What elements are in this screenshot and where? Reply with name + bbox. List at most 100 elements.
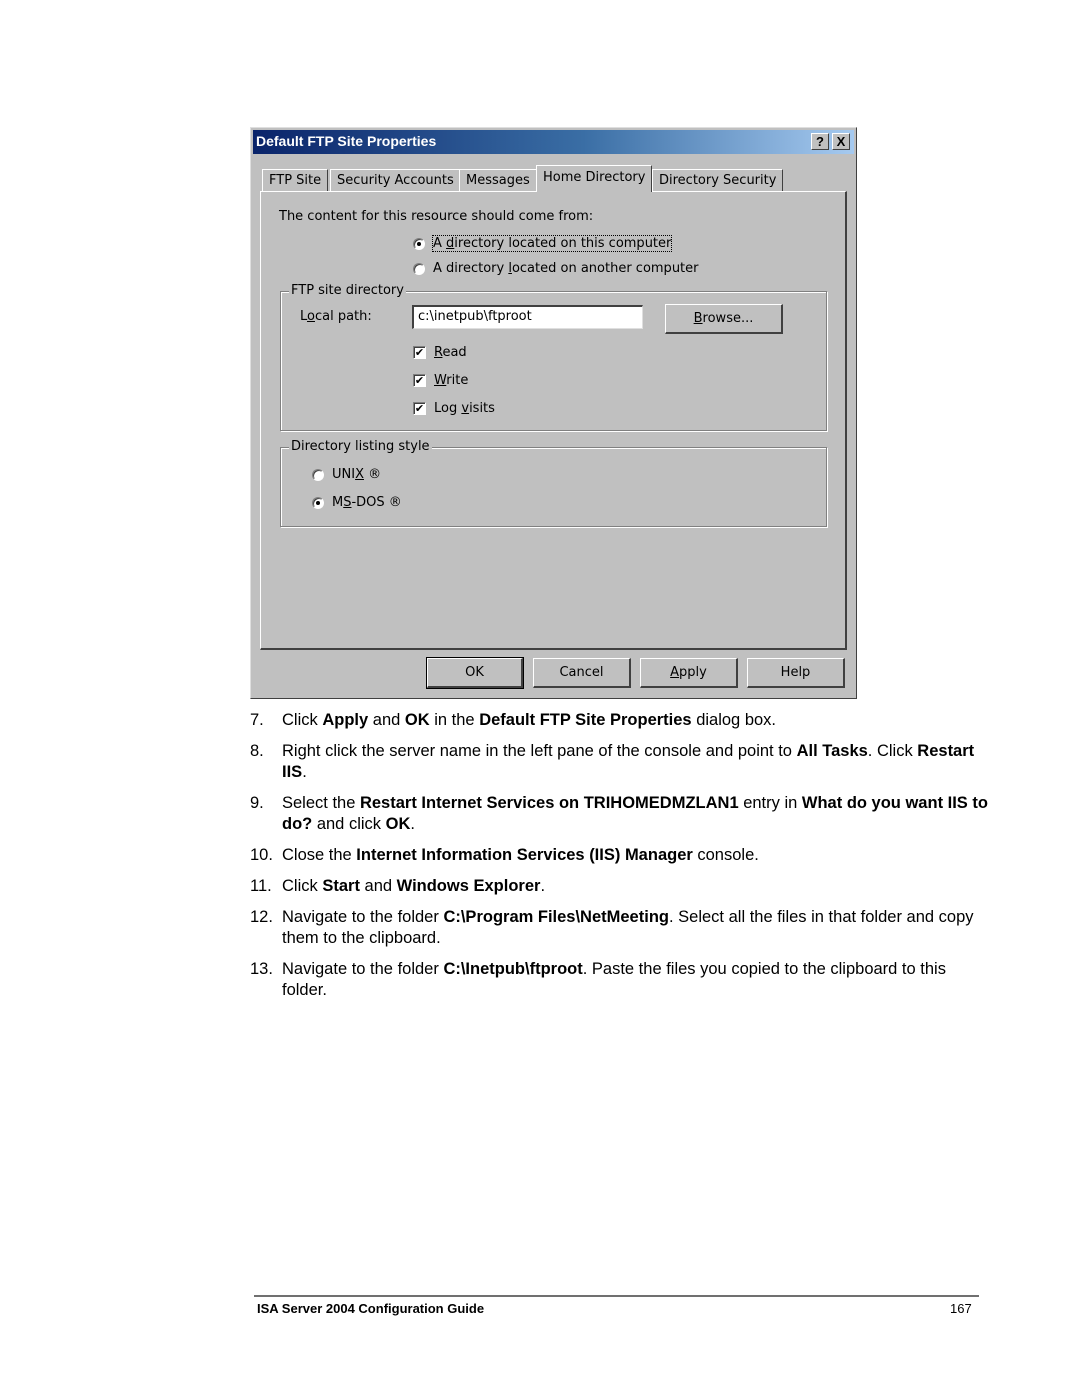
step-emphasis: Windows Explorer bbox=[396, 877, 541, 895]
tab-directory-security[interactable]: Directory Security bbox=[652, 169, 784, 191]
step-text-run: and bbox=[359, 877, 397, 895]
step-number: 10. bbox=[250, 846, 273, 864]
label-text: UNI bbox=[332, 467, 356, 482]
tab-home-directory[interactable]: Home Directory bbox=[536, 165, 653, 192]
step-item: 11. Click Start and Windows Explorer. bbox=[250, 876, 990, 897]
step-emphasis: OK bbox=[385, 815, 411, 833]
label-text: ocated on another computer bbox=[511, 261, 699, 276]
content-source-prompt: The content for this resource should com… bbox=[279, 209, 594, 224]
step-text-run: Navigate to the folder bbox=[282, 960, 444, 978]
step-text-run: Navigate to the folder bbox=[282, 908, 444, 926]
radio-ms-dos-label[interactable]: MS-DOS ® bbox=[332, 495, 402, 510]
label-text: cal path: bbox=[314, 309, 372, 324]
tab-security-accounts[interactable]: Security Accounts bbox=[330, 169, 461, 191]
step-text: Close the Internet Information Services … bbox=[282, 846, 759, 864]
dialog-title: Default FTP Site Properties bbox=[256, 133, 437, 149]
step-item: 7. Click Apply and OK in the Default FTP … bbox=[250, 710, 990, 731]
directory-listing-style-group: Directory listing style UNIX ® MS-DOS ® bbox=[280, 439, 827, 527]
page-number: 167 bbox=[950, 1301, 972, 1316]
accelerator-key: A bbox=[670, 665, 680, 680]
radio-selected-dot bbox=[417, 242, 421, 246]
apply-button[interactable]: Apply bbox=[640, 658, 738, 688]
ok-button[interactable]: OK bbox=[426, 657, 524, 689]
footer-divider bbox=[254, 1295, 979, 1297]
radio-unix-label[interactable]: UNIX ® bbox=[332, 467, 381, 482]
write-checkbox[interactable]: ✔ bbox=[413, 374, 426, 387]
step-item: 13. Navigate to the folder C:\Inetpub\ftp… bbox=[250, 959, 990, 1001]
label-text: irectory located on this computer bbox=[454, 236, 672, 251]
label-text: rowse... bbox=[702, 311, 754, 326]
close-icon[interactable]: X bbox=[832, 133, 850, 150]
radio-selected-dot bbox=[316, 501, 320, 505]
step-text: Click Apply and OK in the Default FTP Si… bbox=[282, 711, 776, 729]
radio-ms-dos[interactable] bbox=[312, 497, 324, 509]
step-emphasis: Start bbox=[322, 877, 360, 895]
step-text-run: in the bbox=[429, 711, 480, 729]
group-legend: Directory listing style bbox=[289, 439, 432, 454]
step-emphasis: OK bbox=[404, 711, 430, 729]
step-number: 8. bbox=[250, 742, 264, 760]
step-text-run: Click bbox=[282, 711, 323, 729]
label-text: -DOS ® bbox=[351, 495, 402, 510]
radio-this-computer[interactable] bbox=[413, 238, 425, 250]
label-text: Log bbox=[434, 401, 462, 416]
radio-another-computer-label[interactable]: A directory located on another computer bbox=[433, 261, 699, 276]
step-text: Click Start and Windows Explorer. bbox=[282, 877, 545, 895]
accelerator-key: v bbox=[461, 401, 470, 416]
step-number: 11. bbox=[250, 877, 272, 895]
local-path-input[interactable]: c:\inetpub\ftproot bbox=[412, 305, 643, 329]
log-visits-label[interactable]: Log visits bbox=[434, 401, 495, 416]
step-text: Select the Restart Internet Services on … bbox=[282, 794, 988, 833]
step-text-run: console. bbox=[692, 846, 759, 864]
tab-ftp-site[interactable]: FTP Site bbox=[262, 169, 329, 191]
step-text-run: Select the bbox=[282, 794, 360, 812]
write-label[interactable]: Write bbox=[434, 373, 468, 388]
label-text: ® bbox=[363, 467, 382, 482]
accelerator-key: W bbox=[434, 373, 447, 388]
step-item: 12. Navigate to the folder C:\Program Fil… bbox=[250, 907, 990, 949]
step-text-run: . bbox=[540, 877, 546, 895]
step-text: Navigate to the folder C:\Inetpub\ftproo… bbox=[282, 960, 946, 999]
step-text-run: Click bbox=[282, 877, 323, 895]
home-directory-panel: The content for this resource should com… bbox=[260, 191, 847, 650]
tab-messages[interactable]: Messages bbox=[459, 169, 537, 191]
radio-unix[interactable] bbox=[312, 469, 324, 481]
step-text-run: and click bbox=[312, 815, 386, 833]
browse-button[interactable]: Browse... bbox=[665, 304, 783, 334]
ftp-site-directory-group: FTP site directory Local path: c:\inetpu… bbox=[280, 283, 827, 431]
instruction-steps: 7. Click Apply and OK in the Default FTP … bbox=[250, 710, 990, 1011]
help-button[interactable]: Help bbox=[747, 658, 845, 688]
step-number: 12. bbox=[250, 908, 273, 926]
label-text: isits bbox=[469, 401, 495, 416]
step-item: 8. Right click the server name in the lef… bbox=[250, 741, 990, 783]
step-text-run: Close the bbox=[282, 846, 357, 864]
radio-this-computer-label[interactable]: A directory located on this computer bbox=[431, 235, 673, 252]
ftp-properties-dialog: Default FTP Site Properties ? X FTP Site… bbox=[250, 127, 857, 699]
accelerator-key: X bbox=[355, 467, 364, 482]
cancel-button[interactable]: Cancel bbox=[533, 658, 631, 688]
help-icon[interactable]: ? bbox=[811, 133, 829, 150]
local-path-label: Local path: bbox=[300, 309, 372, 324]
step-text-run: . bbox=[410, 815, 415, 833]
step-emphasis: Default FTP Site Properties bbox=[479, 711, 692, 729]
footer-title: ISA Server 2004 Configuration Guide bbox=[257, 1301, 485, 1316]
accelerator-key: B bbox=[693, 311, 703, 326]
step-text-run: dialog box. bbox=[691, 711, 777, 729]
step-item: 9. Select the Restart Internet Services o… bbox=[250, 793, 990, 835]
label-text: rite bbox=[446, 373, 469, 388]
step-emphasis: Internet Information Services (IIS) Mana… bbox=[356, 846, 693, 864]
label-text: M bbox=[332, 495, 344, 510]
radio-another-computer[interactable] bbox=[413, 263, 425, 275]
read-checkbox[interactable]: ✔ bbox=[413, 346, 426, 359]
accelerator-key: o bbox=[307, 309, 315, 324]
group-legend: FTP site directory bbox=[289, 283, 406, 298]
read-label[interactable]: Read bbox=[434, 345, 467, 360]
log-visits-checkbox[interactable]: ✔ bbox=[413, 402, 426, 415]
step-text-run: Right click the server name in the left … bbox=[282, 742, 797, 760]
step-item: 10. Close the Internet Information Servic… bbox=[250, 845, 990, 866]
step-text-run: . bbox=[302, 763, 307, 781]
step-number: 9. bbox=[250, 794, 264, 812]
step-text-run: . Click bbox=[867, 742, 918, 760]
dialog-titlebar[interactable]: Default FTP Site Properties ? X bbox=[253, 130, 854, 154]
label-text: pply bbox=[679, 665, 707, 680]
